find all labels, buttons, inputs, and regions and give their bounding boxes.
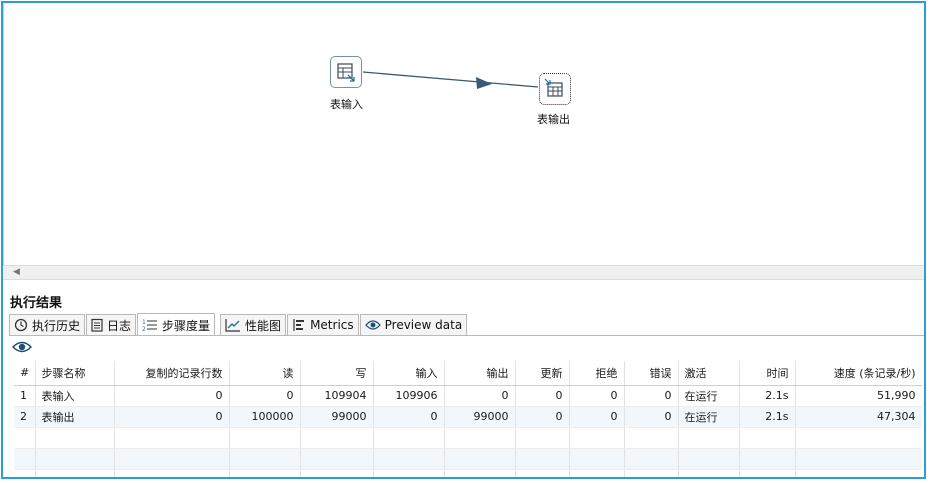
scroll-left-icon[interactable]: ◀: [13, 267, 20, 277]
table-row-empty: [14, 469, 922, 477]
cell-errors: 0: [624, 406, 679, 428]
column-header[interactable]: 错误: [624, 361, 679, 386]
cell-step-name: 表输入: [35, 385, 115, 407]
column-header[interactable]: 步骤名称: [35, 361, 115, 386]
cell-updated: 0: [515, 406, 570, 428]
tab-step-metrics[interactable]: 1 2 步骤度量: [137, 313, 216, 336]
panel-title: 执行结果: [10, 296, 63, 311]
column-header[interactable]: 更新: [515, 361, 570, 386]
tab-performance-chart-label: 性能图: [245, 318, 282, 333]
cell-written: 99000: [300, 406, 374, 428]
cell-time: 2.1s: [739, 406, 796, 428]
column-header[interactable]: 拒绝: [569, 361, 625, 386]
column-header[interactable]: 速度 (条记录/秒): [795, 361, 922, 386]
tab-history[interactable]: 执行历史: [9, 314, 86, 335]
column-header[interactable]: #: [14, 361, 36, 386]
table-row[interactable]: 1 表输入 0 0 109904 109906 0 0 0 0 在运行 2.1s…: [14, 385, 922, 407]
cell-speed: 47,304: [795, 406, 922, 428]
column-header[interactable]: 激活: [678, 361, 740, 386]
cell-read: 100000: [229, 406, 301, 428]
tab-log-label: 日志: [107, 318, 132, 333]
table-row[interactable]: 2 表输出 0 100000 99000 0 99000 0 0 0 在运行 2…: [14, 406, 922, 428]
cell-speed: 51,990: [795, 385, 922, 407]
column-header[interactable]: 复制的记录行数: [114, 361, 230, 386]
history-icon: [14, 318, 28, 332]
cell-output: 99000: [444, 406, 516, 428]
cell-errors: 0: [624, 385, 679, 407]
cell-written: 109904: [300, 385, 374, 407]
cell-row-number: 1: [14, 385, 36, 407]
hop-arrow[interactable]: [4, 3, 925, 267]
tab-history-label: 执行历史: [32, 318, 81, 333]
step-node-table-input[interactable]: [330, 56, 362, 88]
cell-input: 109906: [373, 385, 445, 407]
step-label-table-input: 表输入: [330, 98, 363, 111]
table-output-icon: [544, 78, 563, 97]
cell-copies: 0: [114, 385, 230, 407]
tab-performance-chart[interactable]: 性能图: [220, 314, 287, 335]
cell-row-number: 2: [14, 406, 36, 428]
results-toolbar: [11, 340, 33, 358]
svg-text:2: 2: [142, 326, 146, 332]
step-node-table-output[interactable]: [539, 73, 571, 105]
cell-copies: 0: [114, 406, 230, 428]
cell-output: 0: [444, 385, 516, 407]
tab-divider: [9, 335, 924, 336]
eye-icon[interactable]: [11, 340, 33, 354]
table-input-icon: [337, 63, 355, 82]
table-row-empty: [14, 427, 922, 449]
step-label-table-output: 表输出: [537, 113, 570, 126]
step-metrics-table: # 步骤名称 复制的记录行数 读 写 输入 输出 更新 拒绝 错误 激活 时间 …: [14, 361, 922, 477]
column-header[interactable]: 时间: [739, 361, 796, 386]
cell-step-name: 表输出: [35, 406, 115, 428]
table-row-empty: [14, 448, 922, 470]
log-icon: [91, 318, 103, 332]
canvas-horizontal-scrollbar[interactable]: ◀: [3, 265, 924, 280]
cell-active: 在运行: [678, 385, 740, 407]
tab-step-metrics-label: 步骤度量: [162, 318, 211, 333]
cell-time: 2.1s: [739, 385, 796, 407]
tab-preview-data-label: Preview data: [384, 318, 463, 332]
tab-preview-data[interactable]: Preview data: [359, 314, 468, 335]
transformation-canvas[interactable]: 表输入 表输出: [3, 3, 924, 267]
cell-active: 在运行: [678, 406, 740, 428]
metrics-icon: [293, 319, 305, 331]
tab-metrics-label: Metrics: [310, 318, 354, 332]
column-header[interactable]: 输入: [373, 361, 445, 386]
performance-chart-icon: [225, 319, 241, 332]
results-tabs: 执行历史 日志 1 2 步骤度量 性能图 Metrics Preview dat…: [9, 313, 468, 336]
eye-icon: [364, 320, 381, 330]
column-header[interactable]: 写: [300, 361, 374, 386]
cell-read: 0: [229, 385, 301, 407]
column-header[interactable]: 输出: [444, 361, 516, 386]
cell-updated: 0: [515, 385, 570, 407]
tab-metrics[interactable]: Metrics: [287, 314, 359, 335]
step-metrics-icon: 1 2: [142, 319, 158, 332]
step-metrics-table-container: # 步骤名称 复制的记录行数 读 写 输入 输出 更新 拒绝 错误 激活 时间 …: [14, 361, 922, 477]
cell-rejected: 0: [569, 406, 625, 428]
table-header-row: # 步骤名称 复制的记录行数 读 写 输入 输出 更新 拒绝 错误 激活 时间 …: [14, 361, 922, 386]
column-header[interactable]: 读: [229, 361, 301, 386]
cell-input: 0: [373, 406, 445, 428]
cell-rejected: 0: [569, 385, 625, 407]
tab-log[interactable]: 日志: [86, 314, 137, 335]
svg-text:1: 1: [142, 319, 146, 326]
